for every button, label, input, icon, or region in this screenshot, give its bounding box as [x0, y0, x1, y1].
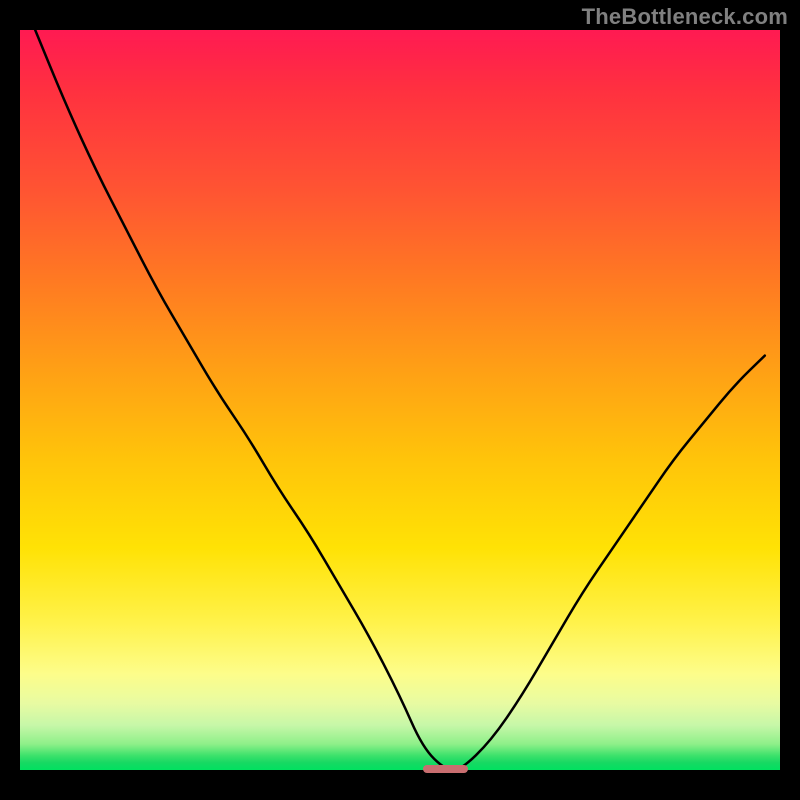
curve-path: [35, 30, 765, 770]
optimum-marker: [423, 765, 469, 773]
plot-area: [20, 30, 780, 770]
watermark-text: TheBottleneck.com: [582, 4, 788, 30]
chart-frame: TheBottleneck.com: [0, 0, 800, 800]
bottleneck-curve: [20, 30, 780, 770]
